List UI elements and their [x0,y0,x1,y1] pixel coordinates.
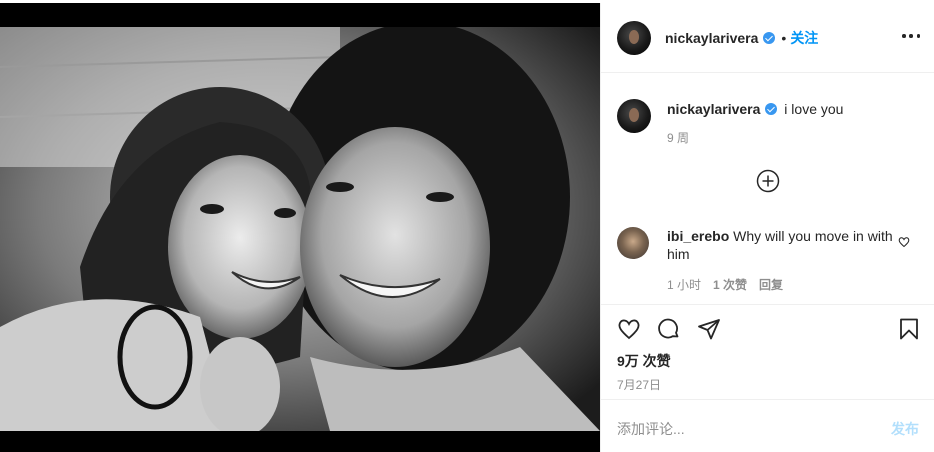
comment-icon[interactable] [657,317,681,341]
post-media[interactable] [0,3,600,452]
post-sidebar: nickaylarivera • 关注 nickaylarivera i lov… [600,3,934,452]
post-actions: 9万 次赞 7月27日 [601,304,934,400]
verified-badge-icon [763,31,776,44]
caption-timestamp[interactable]: 9 周 [667,129,689,146]
more-options-icon[interactable] [902,27,920,45]
heart-icon[interactable] [617,317,641,341]
bookmark-icon[interactable] [897,317,921,341]
comment-timestamp[interactable]: 1 小时 [667,276,701,293]
caption-body: i love you [784,101,844,117]
post-comment-button[interactable]: 发布 [891,419,919,439]
reply-button[interactable]: 回复 [759,276,783,293]
separator: • [781,29,787,46]
comment-input[interactable]: 添加评论... [617,419,685,439]
comment-meta: 1 小时 1 次赞 回复 [667,276,795,293]
avatar[interactable] [617,227,649,259]
post-header: nickaylarivera • 关注 [601,3,934,73]
comment-username-link[interactable]: ibi_erebo [667,228,729,244]
header-user: nickaylarivera • 关注 [665,28,818,48]
avatar[interactable] [617,20,651,55]
heart-icon[interactable] [898,236,910,248]
comment-likes[interactable]: 1 次赞 [713,276,747,293]
post-photo [0,27,600,431]
likes-count[interactable]: 9万 次赞 [617,351,671,371]
plus-circle-icon[interactable] [756,169,780,193]
action-icons [617,317,721,341]
follow-button[interactable]: 关注 [790,28,818,48]
caption-text: nickaylarivera i love you [667,100,843,118]
post-date[interactable]: 7月27日 [617,376,661,393]
username-link[interactable]: nickaylarivera [665,30,758,46]
share-icon[interactable] [697,317,721,341]
comment-text: ibi_erebo Why will you move in with him [667,227,893,263]
add-comment-bar: 添加评论... 发布 [601,399,934,452]
avatar[interactable] [617,99,651,133]
caption-username-link[interactable]: nickaylarivera [667,101,760,117]
verified-badge-icon [765,103,778,115]
